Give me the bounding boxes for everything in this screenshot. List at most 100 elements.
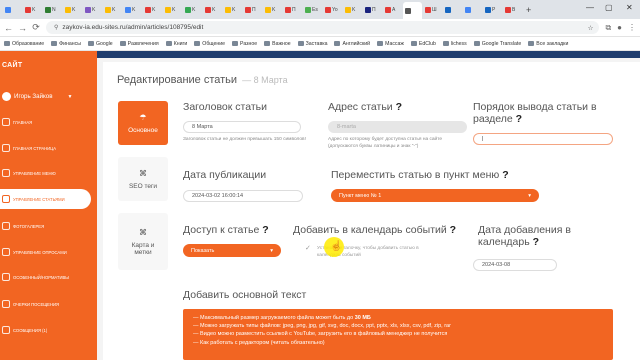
sidebar-item[interactable]: Управление меню [0, 163, 90, 183]
bookmark-item[interactable]: Общение [194, 41, 225, 47]
tab-favicon-icon [385, 6, 391, 13]
added-date-input[interactable]: 2024-03-08 [473, 259, 557, 271]
bookmark-item[interactable]: Важное [264, 41, 291, 47]
bookmark-label: Разное [240, 40, 258, 47]
sidebar-item-icon [2, 144, 10, 152]
bookmark-label: Заставка [305, 40, 328, 47]
browser-tab[interactable]: K [23, 2, 42, 17]
browser-tab[interactable]: N [43, 2, 62, 17]
browser-tab[interactable] [3, 2, 22, 17]
tab-favicon-icon [345, 6, 351, 13]
help-icon[interactable]: ? [516, 113, 522, 125]
sidebar-item-icon [2, 326, 10, 334]
sidebar-item[interactable]: Управление статьями [0, 189, 91, 209]
sidebar-item[interactable]: Управление опросами [0, 242, 90, 262]
browser-tab[interactable]: Р [483, 2, 502, 17]
browser-tab[interactable]: В [503, 2, 522, 17]
title-input[interactable]: 8 Марта [183, 121, 301, 133]
bookmark-item[interactable]: Разное [232, 41, 257, 47]
browser-tab[interactable] [403, 2, 422, 19]
profile-icon[interactable]: ● [617, 23, 622, 33]
browser-tab[interactable]: K [223, 2, 242, 17]
bookmark-item[interactable]: Google Translate [473, 41, 521, 47]
bookmark-item[interactable]: Книги [165, 41, 187, 47]
bookmark-item[interactable]: Финансы [51, 41, 81, 47]
url-field[interactable]: ⚲ zaykov-ia.edu-sites.ru/admin/articles/… [46, 21, 600, 34]
minimize-icon[interactable]: — [586, 3, 594, 12]
bookmark-item[interactable]: Заставка [297, 40, 328, 47]
pubdate-input[interactable]: 2024-03-02 16:00:14 [183, 190, 303, 202]
reload-icon[interactable]: ⟳ [32, 22, 40, 33]
help-icon[interactable]: ? [396, 101, 402, 113]
order-input[interactable]: | [473, 133, 613, 145]
tab-favicon-icon [125, 6, 131, 13]
sidebar-item-label: Особенный/Нормативы [13, 274, 69, 280]
browser-tab[interactable]: K [263, 2, 282, 17]
menu-icon[interactable]: ⋮ [628, 23, 636, 33]
close-window-icon[interactable]: ✕ [626, 3, 633, 12]
maximize-icon[interactable]: ▢ [605, 3, 613, 12]
folder-icon [165, 41, 172, 46]
browser-tab[interactable]: П [363, 2, 382, 17]
tab-label: Ш [432, 6, 437, 13]
browser-tab[interactable]: А [383, 2, 402, 17]
browser-tab[interactable]: K [103, 2, 122, 17]
sidebar-item[interactable]: Сообщения (1) [0, 320, 90, 340]
bookmark-item[interactable]: Образование [4, 41, 44, 47]
tab-favicon-icon [205, 6, 211, 13]
browser-tab[interactable]: K [163, 2, 182, 17]
sidebar-item-icon [2, 300, 10, 308]
browser-tab[interactable]: K [143, 2, 162, 17]
browser-tab[interactable]: Yo [323, 2, 342, 17]
sidebar-item[interactable]: Фотогалерея [0, 216, 90, 236]
browser-tab[interactable]: П [283, 2, 302, 17]
browser-tab[interactable]: K [183, 2, 202, 17]
calendar-checkbox[interactable]: ✓ [305, 244, 311, 252]
title-input-value: 8 Марта [192, 124, 213, 130]
access-select[interactable]: Показать ▾ [183, 244, 281, 257]
sidebar-item-label: Очерки посещения [13, 301, 60, 307]
browser-tab[interactable] [463, 2, 482, 17]
tab-map[interactable]: ⌘ Карта и метки [118, 213, 168, 270]
extensions-icon[interactable]: ⧉ [605, 23, 611, 33]
bookmark-item[interactable]: Все закладки [528, 41, 568, 47]
browser-tab[interactable]: K [123, 2, 142, 17]
browser-tab[interactable]: Es [303, 2, 322, 17]
tab-main[interactable]: ☂ Основное [118, 101, 168, 145]
help-icon[interactable]: ? [533, 236, 539, 248]
new-tab-icon[interactable]: + [526, 5, 531, 15]
tab-seo[interactable]: ⌘ SEO теги [118, 157, 168, 201]
sidebar-item[interactable]: Особенный/Нормативы [0, 267, 90, 287]
info-line-4[interactable]: — Как работать с редактором (читать обяз… [193, 339, 603, 347]
bookmark-star-icon[interactable]: ☆ [588, 24, 594, 32]
help-icon[interactable]: ? [262, 224, 268, 236]
tab-label: K [232, 6, 236, 13]
tab-label: K [132, 6, 136, 13]
move-select[interactable]: Пункт меню № 1 ▾ [331, 189, 539, 202]
browser-tab[interactable] [443, 2, 462, 17]
browser-tab[interactable]: K [83, 2, 102, 17]
browser-tab[interactable]: K [343, 2, 362, 17]
site-info-icon[interactable]: ⚲ [54, 24, 58, 31]
bookmark-item[interactable]: EdClub [410, 41, 436, 47]
help-icon[interactable]: ? [502, 169, 508, 181]
browser-tab[interactable]: K [63, 2, 82, 17]
forward-icon[interactable]: → [18, 23, 27, 33]
help-icon[interactable]: ? [450, 224, 456, 236]
bookmark-item[interactable]: Массаж [377, 41, 404, 47]
sidebar-item[interactable]: Главная страница [0, 138, 90, 158]
browser-tab[interactable]: П [243, 2, 262, 17]
browser-tab[interactable]: Ш [423, 2, 442, 17]
sidebar-item[interactable]: Главная [0, 112, 90, 132]
access-select-value: Показать [191, 247, 215, 254]
chevron-down-icon: ▾ [270, 247, 273, 254]
bookmark-item[interactable]: Google [87, 41, 113, 47]
bookmark-item[interactable]: Английский [334, 41, 370, 47]
address-bar: ← → ⟳ ⚲ zaykov-ia.edu-sites.ru/admin/art… [0, 19, 640, 37]
sidebar-item[interactable]: Очерки посещения [0, 294, 90, 314]
user-menu[interactable]: Игорь Зайков ▼ [2, 92, 73, 101]
bookmark-item[interactable]: lichess [442, 41, 467, 47]
bookmark-item[interactable]: Развлечения [119, 41, 159, 47]
back-icon[interactable]: ← [4, 23, 13, 33]
browser-tab[interactable]: K [203, 2, 222, 17]
